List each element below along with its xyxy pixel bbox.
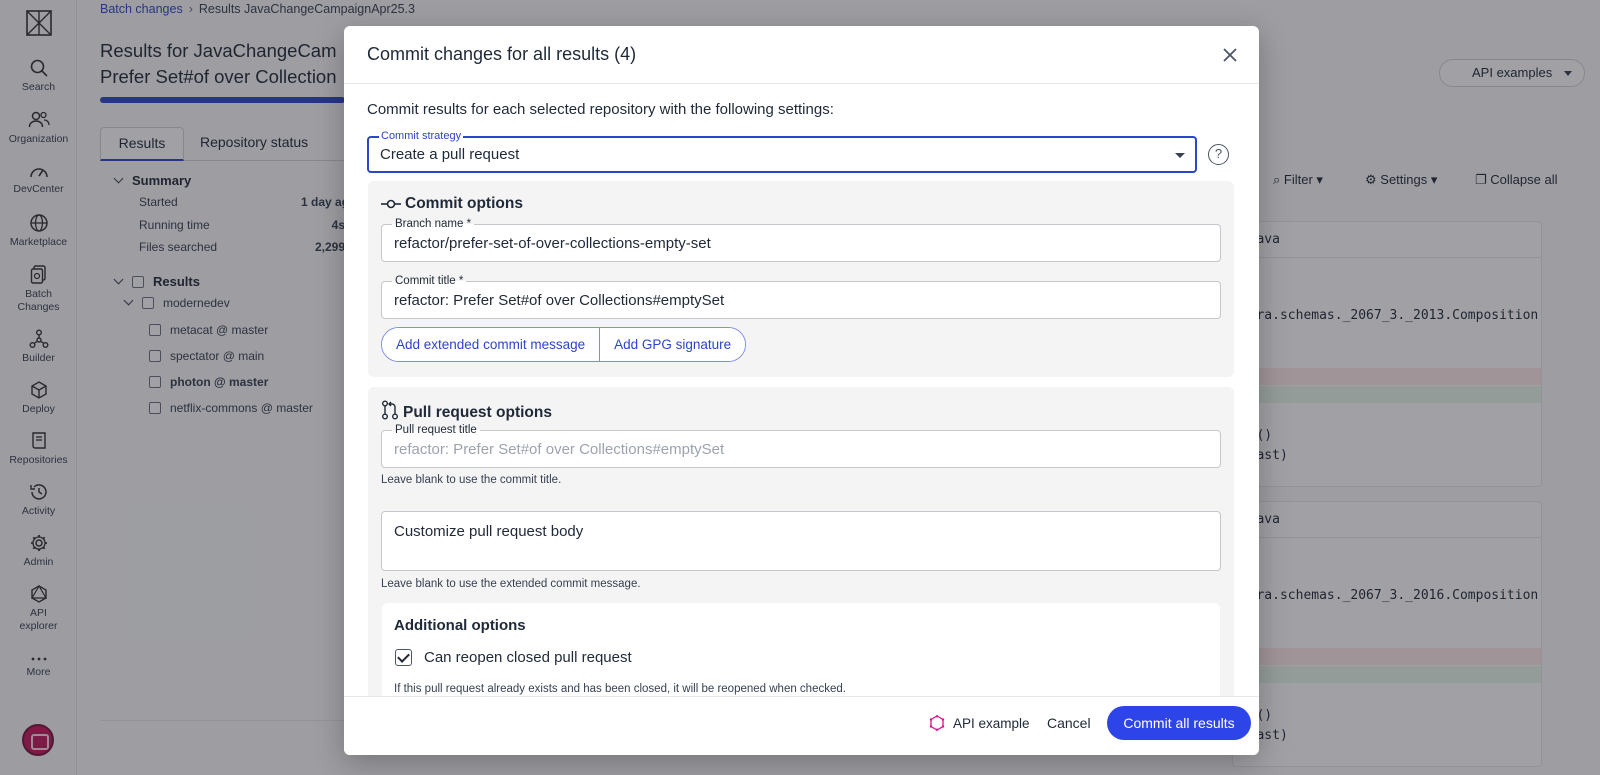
pull-request-title-field[interactable]: Pull request title refactor: Prefer Set#… bbox=[381, 423, 1221, 468]
branch-name-value: refactor/prefer-set-of-over-collections-… bbox=[394, 235, 711, 252]
commit-strategy-select[interactable]: Commit strategy Create a pull request bbox=[367, 129, 1197, 173]
branch-name-label: Branch name * bbox=[392, 217, 475, 231]
commit-strategy-label: Commit strategy bbox=[379, 129, 464, 143]
reopen-closed-pr-hint: If this pull request already exists and … bbox=[394, 683, 846, 695]
cancel-button[interactable]: Cancel bbox=[1047, 715, 1091, 731]
pull-request-icon bbox=[382, 400, 398, 420]
dialog-intro: Commit results for each selected reposit… bbox=[367, 101, 834, 118]
commit-options-panel: Commit options Branch name * refactor/pr… bbox=[368, 181, 1234, 377]
api-icon bbox=[929, 715, 945, 731]
add-extended-commit-message-button[interactable]: Add extended commit message bbox=[382, 328, 600, 361]
additional-options-title: Additional options bbox=[394, 617, 526, 634]
commit-title-value: refactor: Prefer Set#of over Collections… bbox=[394, 292, 725, 309]
pull-request-body-hint: Leave blank to use the extended commit m… bbox=[381, 578, 641, 590]
commit-changes-dialog: Commit changes for all results (4) Commi… bbox=[344, 26, 1259, 755]
pull-request-body-field[interactable]: Customize pull request body bbox=[381, 511, 1221, 571]
pull-request-title-hint: Leave blank to use the commit title. bbox=[381, 474, 562, 486]
api-example-link[interactable]: API example bbox=[929, 715, 1030, 731]
pull-request-title-placeholder: refactor: Prefer Set#of over Collections… bbox=[394, 441, 725, 458]
commit-options-title: Commit options bbox=[381, 195, 523, 213]
commit-title-field[interactable]: Commit title * refactor: Prefer Set#of o… bbox=[381, 274, 1221, 319]
add-gpg-signature-button[interactable]: Add GPG signature bbox=[599, 328, 746, 361]
pull-request-options-title: Pull request options bbox=[381, 400, 552, 422]
commit-all-results-button[interactable]: Commit all results bbox=[1107, 706, 1251, 740]
help-icon[interactable]: ? bbox=[1208, 144, 1229, 165]
caret-down-icon bbox=[1175, 153, 1185, 158]
dialog-body: Commit results for each selected reposit… bbox=[344, 84, 1259, 696]
branch-name-field[interactable]: Branch name * refactor/prefer-set-of-ove… bbox=[381, 217, 1221, 262]
commit-title-label: Commit title * bbox=[392, 274, 467, 288]
pull-request-options-panel: Pull request options Pull request title … bbox=[368, 387, 1234, 696]
additional-options-card: Additional options Can reopen closed pul… bbox=[382, 603, 1220, 696]
dialog-footer: API example Cancel Commit all results bbox=[344, 696, 1259, 755]
commit-strategy-value: Create a pull request bbox=[380, 146, 520, 163]
git-commit-icon bbox=[381, 199, 401, 209]
reopen-closed-pr-checkbox[interactable] bbox=[395, 649, 412, 666]
pull-request-body-placeholder: Customize pull request body bbox=[394, 523, 584, 540]
close-icon[interactable] bbox=[1219, 44, 1241, 66]
reopen-closed-pr-label[interactable]: Can reopen closed pull request bbox=[424, 649, 632, 666]
pull-request-title-label: Pull request title bbox=[392, 423, 480, 437]
commit-extra-button-group: Add extended commit message Add GPG sign… bbox=[381, 327, 747, 362]
dialog-title: Commit changes for all results (4) bbox=[367, 44, 637, 64]
